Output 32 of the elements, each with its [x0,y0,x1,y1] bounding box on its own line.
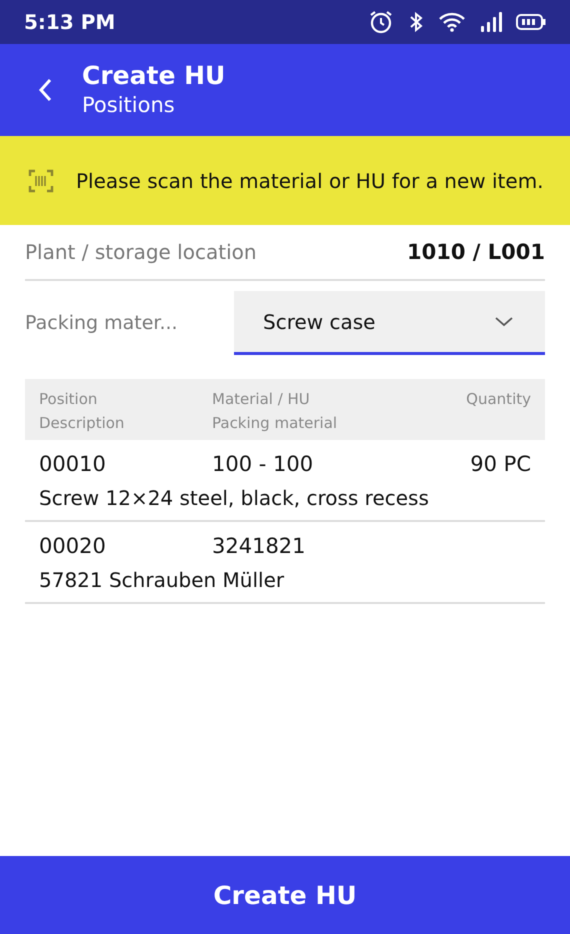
column-header: Description [39,413,126,434]
screen-subtitle: Positions [82,92,176,119]
alarm-icon [368,10,394,34]
wifi-icon [438,12,466,32]
status-time: 5:13 PM [24,10,116,34]
bluetooth-icon [408,11,424,33]
column-header: Material / HU [212,389,311,410]
field-label: Plant / storage location [25,240,257,264]
battery-icon [516,13,546,31]
description-cell-text: 57821 Schrauben Müller [39,568,286,592]
signal-icon [480,12,502,32]
position-cell-text: 00010 [39,452,107,476]
field-value: 1010 / L001 [407,240,545,264]
chevron-down-icon [495,316,513,326]
table-row[interactable]: 00010 100 - 100 90 PC Screw 12×24 steel, black, cross recess [25,440,545,522]
material-cell-text: 3241821 [212,534,307,558]
packing-material-dropdown[interactable]: Screw case [234,291,545,355]
material-cell-text: 100 - 100 [212,452,314,476]
table-row[interactable]: 00020 3241821 57821 Schrauben Müller [25,522,545,604]
quantity-cell: 90 PC [470,452,531,476]
column-header: Position [39,389,98,410]
barcode-scan-icon [28,168,54,192]
screen-title: Create HU [82,61,226,91]
field-label: Packing mater... [25,312,179,334]
banner-message: Please scan the material or HU for a new item. [76,168,544,194]
column-header: Packing material [212,413,338,434]
column-header: Quantity [466,389,531,410]
position-cell-text: 00020 [39,534,107,558]
create-hu-button[interactable]: Create HU [0,856,570,934]
back-button[interactable] [38,78,52,102]
description-cell-text: Screw 12×24 steel, black, cross recess [39,486,430,510]
back-icon [38,78,52,102]
